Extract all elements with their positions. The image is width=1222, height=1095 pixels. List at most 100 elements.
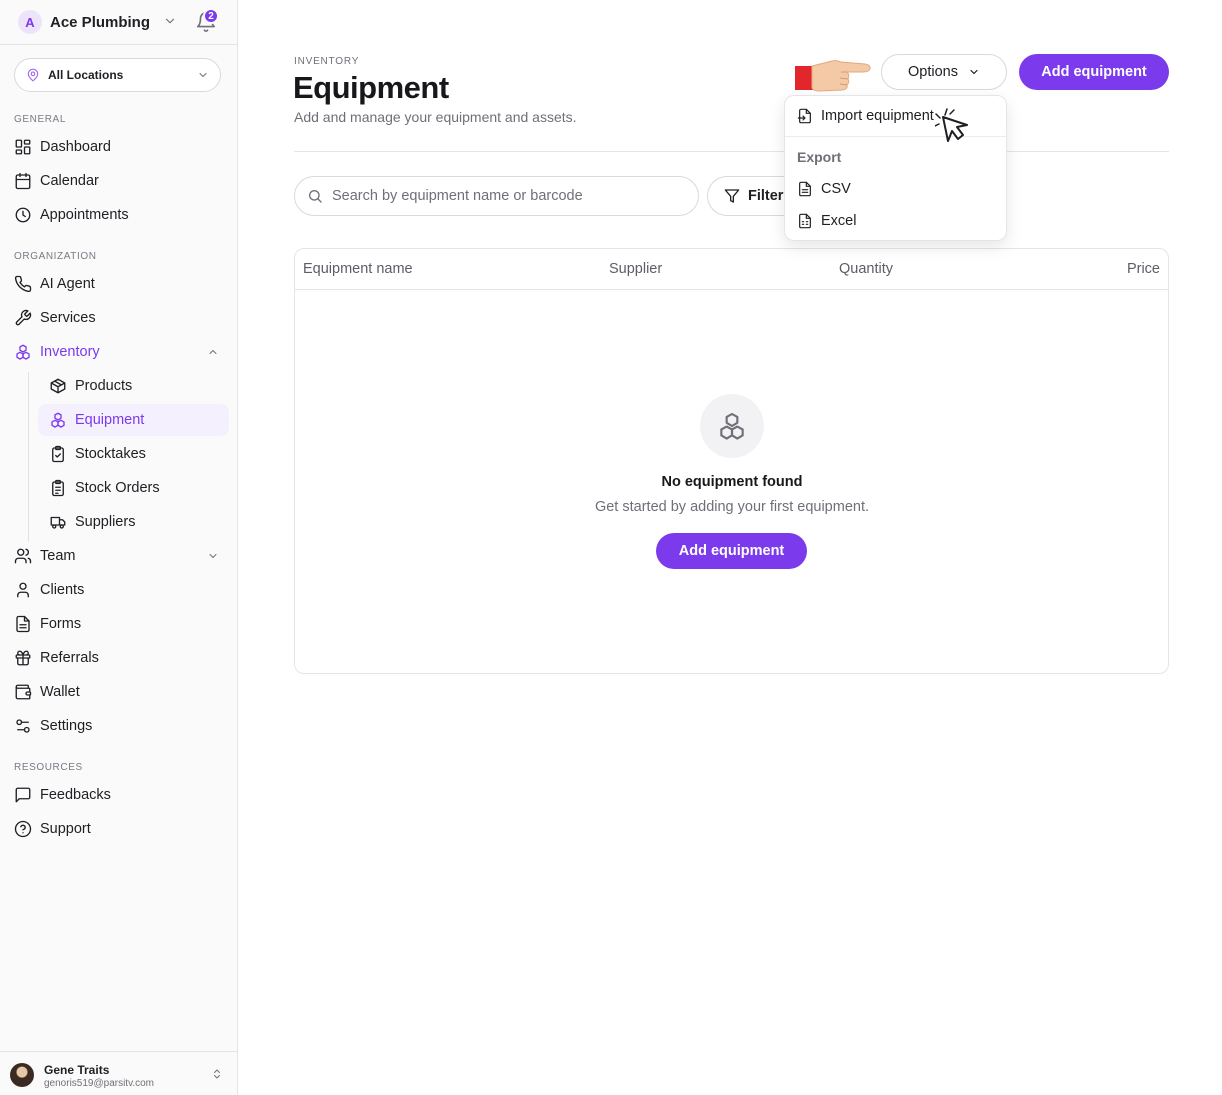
search-placeholder: Search by equipment name or barcode [332,188,583,204]
pointing-hand-icon [795,60,871,92]
sidebar-item-settings[interactable]: Settings [14,712,92,740]
avatar [10,1063,34,1087]
section-resources: RESOURCES [14,762,83,773]
file-text-icon [16,615,30,633]
truck-icon [50,516,66,529]
sidebar-item-label: Products [75,378,133,394]
section-general: GENERAL [14,114,66,125]
menu-item-label: Excel [821,213,857,229]
org-avatar: A [18,10,42,34]
location-select[interactable]: All Locations [14,58,221,92]
menu-item-csv[interactable]: CSV [797,178,851,200]
menu-item-excel[interactable]: Excel [797,210,856,232]
options-button[interactable]: Options [881,54,1007,90]
search-input[interactable]: Search by equipment name or barcode [294,176,699,216]
page-title: Equipment [293,70,449,105]
header-divider [294,151,1169,152]
user-menu[interactable]: Gene Traits genoris519@parsitv.com [0,1051,238,1095]
sidebar-item-label: AI Agent [40,276,95,292]
table-header: Equipment name Supplier Quantity Price [295,249,1168,290]
users-icon [14,548,32,564]
boxes-icon [16,344,30,360]
empty-add-equipment-button[interactable]: Add equipment [656,533,807,569]
sidebar-item-dashboard[interactable]: Dashboard [14,133,111,161]
chevron-down-icon [970,69,978,75]
column-equipment-name[interactable]: Equipment name [303,261,413,277]
phone-icon [14,275,32,293]
sidebar-item-label: Appointments [40,207,129,223]
user-name: Gene Traits [44,1063,110,1077]
sidebar-item-label: Calendar [40,173,99,189]
empty-state-icon-wrap [700,394,764,458]
menu-item-label: Import equipment [821,108,934,124]
sidebar-item-stock-orders[interactable]: Stock Orders [49,474,160,502]
sidebar-item-label: Team [40,548,76,564]
clipboard-check-icon [52,445,64,463]
empty-state-title: No equipment found [661,474,803,490]
sidebar-item-label: Equipment [75,412,145,428]
sidebar-item-inventory[interactable]: Inventory [14,338,100,366]
filter-icon [724,189,740,203]
file-spreadsheet-icon [799,213,811,229]
org-name: Ace Plumbing [50,13,151,31]
sidebar: A Ace Plumbing 2 All Locations GENERAL D… [0,0,238,1095]
menu-item-import[interactable]: Import equipment [797,105,934,127]
sidebar-item-label: Stock Orders [75,480,160,496]
location-label: All Locations [48,68,124,82]
sidebar-item-feedbacks[interactable]: Feedbacks [14,781,111,809]
sidebar-item-label: Dashboard [40,139,111,155]
chevron-down-icon[interactable] [207,550,219,562]
sidebar-item-team[interactable]: Team [14,542,75,570]
clock-icon [15,207,31,223]
chevron-down-icon [199,73,207,77]
wallet-icon [15,684,32,700]
sidebar-item-appointments[interactable]: Appointments [14,201,129,229]
menu-heading-export: Export [797,149,842,165]
boxes-icon [720,412,744,440]
sidebar-item-equipment[interactable]: Equipment [49,406,144,434]
sidebar-item-label: Forms [40,616,82,632]
map-pin-icon [27,68,39,82]
column-supplier[interactable]: Supplier [609,261,662,277]
page-subtitle: Add and manage your equipment and assets… [294,109,577,125]
user-email: genoris519@parsitv.com [44,1078,155,1089]
sidebar-item-label: Referrals [40,650,99,666]
sidebar-item-ai-agent[interactable]: AI Agent [14,270,95,298]
message-square-icon [15,787,31,803]
sidebar-item-label: Feedbacks [40,787,111,803]
settings-sliders-icon [16,719,30,733]
chevron-down-icon [165,18,175,24]
help-circle-icon [14,820,32,838]
column-quantity[interactable]: Quantity [839,261,893,277]
package-icon [50,378,66,394]
sidebar-item-services[interactable]: Services [14,304,96,332]
search-icon [309,190,322,203]
chevrons-up-down-icon [214,1069,220,1079]
sidebar-item-label: Services [40,310,96,326]
breadcrumb: INVENTORY [294,56,360,67]
submenu-line [28,372,29,542]
gift-icon [15,650,31,666]
sidebar-item-calendar[interactable]: Calendar [14,167,99,195]
sidebar-item-referrals[interactable]: Referrals [14,644,99,672]
sidebar-item-label: Settings [40,718,93,734]
wrench-icon [15,309,32,326]
sidebar-item-products[interactable]: Products [49,372,132,400]
sidebar-item-suppliers[interactable]: Suppliers [49,508,135,536]
section-organization: ORGANIZATION [14,251,97,262]
chevron-up-icon[interactable] [207,346,219,358]
sidebar-item-wallet[interactable]: Wallet [14,678,80,706]
sidebar-item-forms[interactable]: Forms [14,610,81,638]
clipboard-list-icon [52,479,64,497]
options-button-label: Options [908,64,958,80]
sidebar-item-clients[interactable]: Clients [14,576,84,604]
sidebar-item-label: Wallet [40,684,80,700]
sidebar-item-label: Support [40,821,91,837]
sidebar-item-stocktakes[interactable]: Stocktakes [49,440,146,468]
notification-badge: 2 [203,8,219,24]
sidebar-item-label: Clients [40,582,85,598]
column-price[interactable]: Price [1127,261,1160,277]
sidebar-item-support[interactable]: Support [14,815,91,843]
add-equipment-button[interactable]: Add equipment [1019,54,1169,90]
sidebar-item-label: Stocktakes [75,446,146,462]
